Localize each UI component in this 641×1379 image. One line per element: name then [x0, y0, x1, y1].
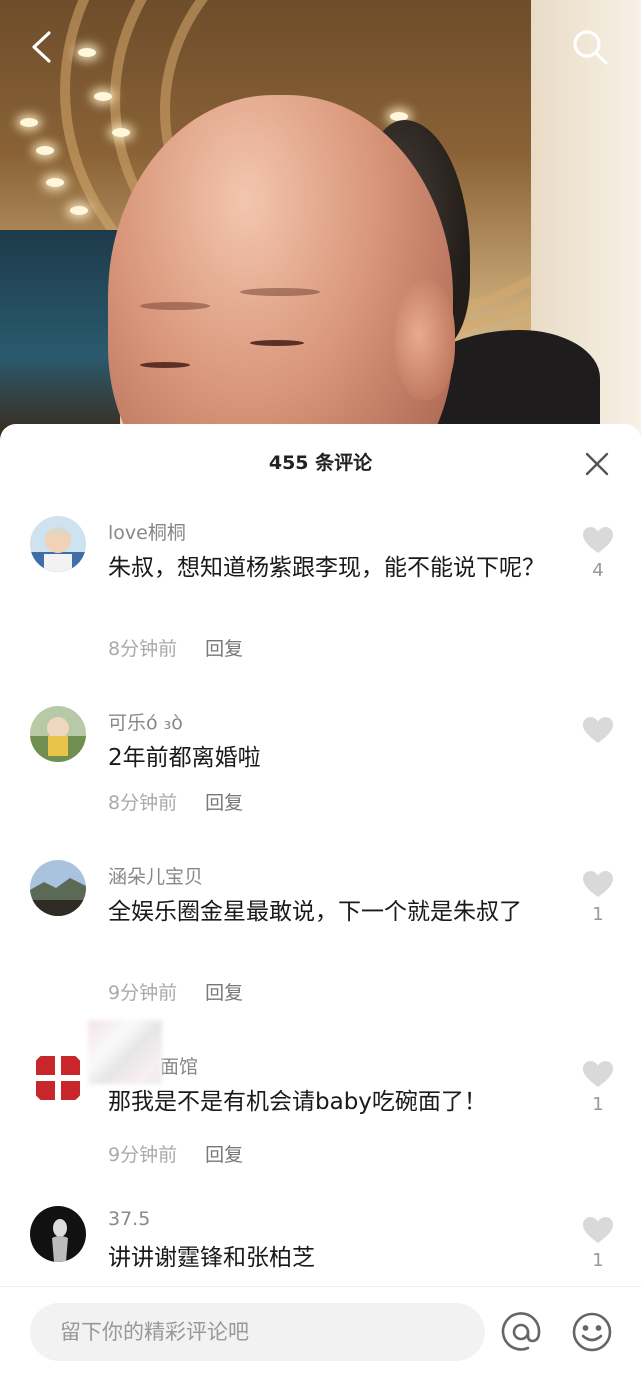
light — [78, 48, 96, 57]
reply-button[interactable]: 回复 — [205, 638, 243, 660]
like-count: 4 — [592, 560, 604, 581]
avatar[interactable] — [30, 1206, 86, 1262]
at-icon — [501, 1312, 541, 1351]
light — [20, 118, 38, 127]
search-button[interactable] — [568, 25, 612, 69]
avatar[interactable] — [30, 516, 86, 572]
comment-username[interactable]: 37.5 — [108, 1208, 150, 1230]
light — [46, 178, 64, 187]
light — [70, 206, 88, 215]
like-count: 1 — [592, 1094, 604, 1115]
reply-button[interactable]: 回复 — [205, 1144, 243, 1166]
eye — [250, 340, 304, 346]
shop-background — [0, 230, 120, 440]
like-button[interactable]: 1 — [580, 1216, 616, 1271]
comment-username[interactable]: 可乐ό ₃ὸ — [108, 708, 183, 735]
comment-meta: 9分钟前 回复 — [108, 1140, 243, 1167]
comment-username[interactable]: 面馆 — [160, 1052, 198, 1079]
like-button[interactable] — [580, 716, 616, 750]
avatar[interactable] — [30, 706, 86, 762]
comment-meta: 8分钟前 回复 — [108, 634, 243, 661]
comment-text: 全娱乐圈金星最敢说，下一个就是朱叔了 — [108, 899, 522, 925]
light — [36, 146, 54, 155]
like-button[interactable]: 4 — [580, 526, 616, 581]
avatar[interactable] — [30, 1050, 86, 1106]
eyebrow — [140, 302, 210, 310]
comments-sheet: 455 条评论 love桐桐 朱叔，想知道杨紫跟李现，能不能说下呢？ 8分钟前回… — [0, 424, 641, 1379]
light — [94, 92, 112, 101]
eye — [140, 362, 190, 368]
heart-icon — [583, 717, 613, 743]
comment-text: 2年前都离婚啦 — [108, 745, 261, 771]
comment-username[interactable]: 涵朵儿宝贝 — [108, 862, 203, 889]
back-button[interactable] — [20, 25, 64, 69]
mention-button[interactable] — [498, 1309, 544, 1355]
comment-time: 9分钟前 — [108, 982, 178, 1004]
close-button[interactable] — [583, 450, 611, 478]
heart-icon — [583, 871, 613, 897]
avatar[interactable] — [30, 860, 86, 916]
comment-time: 9分钟前 — [108, 1144, 178, 1166]
reply-button[interactable]: 回复 — [205, 792, 243, 814]
like-button[interactable]: 1 — [580, 1060, 616, 1115]
comment-text: 那我是不是有机会请baby吃碗面了！ — [108, 1089, 487, 1115]
comment-username[interactable]: love桐桐 — [108, 518, 186, 545]
heart-icon — [583, 1217, 613, 1243]
video-player[interactable] — [0, 0, 641, 440]
comment-text: 讲讲谢霆锋和张柏芝 — [108, 1245, 315, 1271]
blurred-username-mask — [88, 1020, 162, 1084]
heart-icon — [583, 527, 613, 553]
ear — [395, 280, 455, 400]
light — [112, 128, 130, 137]
comment-meta: 9分钟前 回复 — [108, 978, 243, 1005]
comment-time: 8分钟前 — [108, 792, 178, 814]
comments-count-title: 455 条评论 — [268, 452, 373, 474]
emoji-icon — [572, 1312, 612, 1352]
close-icon — [585, 452, 609, 476]
comment-input-bar: 留下你的精彩评论吧 — [0, 1286, 641, 1379]
emoji-button[interactable] — [569, 1309, 615, 1355]
like-button[interactable]: 1 — [580, 870, 616, 925]
comment-time: 8分钟前 — [108, 638, 178, 660]
search-icon — [573, 30, 608, 65]
like-count: 1 — [592, 1250, 604, 1271]
reply-button[interactable]: 回复 — [205, 982, 243, 1004]
comment-text: 朱叔，想知道杨紫跟李现，能不能说下呢？ — [108, 555, 545, 581]
comment-meta: 8分钟前 回复 — [108, 788, 243, 815]
like-count: 1 — [592, 904, 604, 925]
chevron-left-icon — [32, 31, 51, 63]
eyebrow — [240, 288, 320, 296]
comment-input[interactable]: 留下你的精彩评论吧 — [30, 1303, 485, 1361]
heart-icon — [583, 1061, 613, 1087]
